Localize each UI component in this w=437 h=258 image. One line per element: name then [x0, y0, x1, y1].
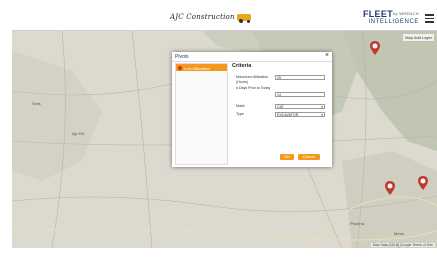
chevron-down-icon: ▾	[321, 105, 323, 109]
location-pin-icon[interactable]	[370, 41, 380, 55]
map-place-label: Ajo Rd	[72, 131, 85, 136]
criteria-panel: Criteria Maximum Utilization (Hours) 25 …	[230, 63, 328, 163]
make-select-value: CAT	[277, 105, 284, 109]
app-window: AJC Construction FLEETby WRENCH INTELLIG…	[12, 8, 437, 248]
company-logo-text: AJC Construction	[170, 13, 235, 21]
type-select[interactable]: EXCAVATOR ▾	[275, 112, 325, 117]
chevron-down-icon: ▾	[321, 113, 323, 117]
dialog-title: Pivots	[175, 54, 189, 60]
top-bar: AJC Construction FLEETby WRENCH INTELLIG…	[12, 8, 437, 31]
field-label: Make	[236, 104, 245, 108]
map-place-label: Sells	[32, 101, 41, 106]
criteria-title: Criteria	[232, 63, 252, 69]
dialog-header: Pivots ×	[172, 52, 332, 62]
map-place-label: Phoenix	[350, 221, 365, 226]
days-prior-input[interactable]: 14	[275, 92, 325, 97]
brand-subtitle: INTELLIGENCE	[368, 19, 419, 25]
fleet-intelligence-logo: FLEETby WRENCH INTELLIGENCE	[363, 10, 419, 26]
field-label: # Days Prior to Today	[236, 86, 271, 90]
map-attribution[interactable]: Map Data ©2018 Google Terms of Use	[370, 243, 435, 247]
make-select[interactable]: CAT ▾	[275, 104, 325, 109]
pivot-item-low-utilization[interactable]: Low Utilization	[176, 64, 227, 71]
pivot-item-label: Low Utilization	[184, 65, 210, 71]
type-select-value: EXCAVATOR	[277, 113, 299, 117]
brand-superscript: by WRENCH	[392, 11, 419, 16]
location-pin-icon[interactable]	[385, 181, 395, 195]
company-logo[interactable]: AJC Construction	[170, 13, 251, 23]
max-utilization-input[interactable]: 25	[275, 75, 325, 80]
tractor-icon	[236, 13, 251, 23]
map-place-label: Mesa	[394, 231, 404, 236]
hamburger-menu-icon[interactable]	[425, 14, 434, 25]
location-pin-icon[interactable]	[418, 176, 428, 190]
pivots-dialog: Pivots × Low Utilization Criteria Maximu…	[172, 52, 332, 167]
field-label: Type	[236, 112, 244, 116]
close-icon[interactable]: ×	[325, 52, 329, 59]
field-label: Maximum Utilization (Hours)	[236, 75, 269, 84]
ok-button[interactable]: OK	[280, 154, 294, 160]
map-layer-control[interactable]: Map Add Layer	[403, 34, 434, 41]
pivot-list: Low Utilization	[175, 63, 228, 165]
map-marker-icon	[177, 64, 183, 71]
cancel-button[interactable]: Cancel	[298, 154, 320, 160]
